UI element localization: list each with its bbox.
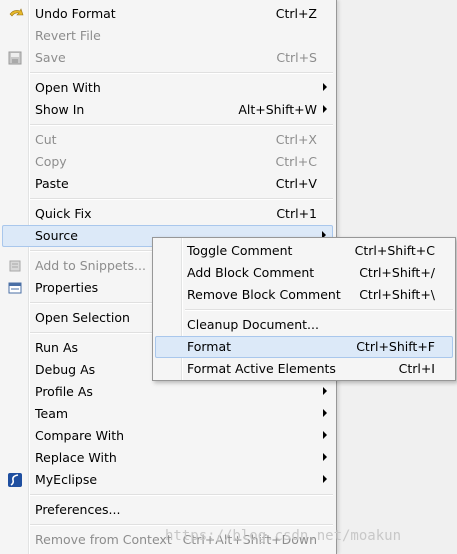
menu-item-label: Copy	[35, 154, 67, 169]
separator	[30, 124, 333, 126]
menu-item-label: Compare With	[35, 428, 125, 443]
menu-item-show-in[interactable]: Show In Alt+Shift+W	[2, 99, 333, 121]
submenu-item-toggle-comment[interactable]: Toggle Comment Ctrl+Shift+C	[155, 240, 453, 262]
menu-item-preferences[interactable]: Preferences...	[2, 499, 333, 521]
menu-item-label: Cleanup Document...	[187, 317, 319, 332]
menu-item-label: Open With	[35, 80, 101, 95]
menu-item-shortcut: Ctrl+Z	[275, 6, 317, 21]
properties-icon	[8, 281, 22, 295]
snippet-icon	[8, 259, 22, 273]
menu-item-label: Quick Fix	[35, 206, 92, 221]
menu-item-copy[interactable]: Copy Ctrl+C	[2, 151, 333, 173]
submenu-arrow-icon	[323, 409, 327, 417]
separator	[185, 309, 453, 311]
menu-item-profile-as[interactable]: Profile As	[2, 381, 333, 403]
submenu-arrow-icon	[323, 453, 327, 461]
menu-item-cut[interactable]: Cut Ctrl+X	[2, 129, 333, 151]
menu-item-shortcut: Ctrl+Shift+C	[354, 243, 435, 258]
submenu-item-add-block-comment[interactable]: Add Block Comment Ctrl+Shift+/	[155, 262, 453, 284]
menu-item-quick-fix[interactable]: Quick Fix Ctrl+1	[2, 203, 333, 225]
menu-item-label: Add to Snippets...	[35, 258, 146, 273]
menu-item-label: Paste	[35, 176, 69, 191]
separator	[30, 524, 333, 526]
source-submenu: Toggle Comment Ctrl+Shift+C Add Block Co…	[152, 237, 456, 381]
menu-item-open-with[interactable]: Open With	[2, 77, 333, 99]
submenu-arrow-icon	[323, 431, 327, 439]
menu-item-label: Show In	[35, 102, 85, 117]
menu-item-label: Run As	[35, 340, 79, 355]
menu-item-undo-format[interactable]: Undo Format Ctrl+Z	[2, 3, 333, 25]
menu-item-shortcut: Alt+Shift+W	[238, 102, 317, 117]
menu-item-label: Save	[35, 50, 66, 65]
submenu-item-format[interactable]: Format Ctrl+Shift+F	[155, 336, 453, 358]
menu-item-label: Remove from Context	[35, 532, 172, 547]
menu-item-label: Toggle Comment	[187, 243, 293, 258]
menu-item-shortcut: Ctrl+C	[275, 154, 317, 169]
menu-item-label: Team	[35, 406, 69, 421]
menu-item-label: Cut	[35, 132, 57, 147]
menu-item-shortcut: Ctrl+V	[275, 176, 317, 191]
menu-item-team[interactable]: Team	[2, 403, 333, 425]
menu-item-myeclipse[interactable]: MyEclipse	[2, 469, 333, 491]
menu-item-label: Debug As	[35, 362, 96, 377]
menu-item-label: Format	[187, 339, 232, 354]
watermark: https://blog.csdn.net/moakun	[165, 528, 402, 544]
undo-icon	[8, 7, 24, 21]
menu-item-label: Revert File	[35, 28, 101, 43]
save-icon	[8, 51, 22, 65]
menu-item-label: Replace With	[35, 450, 117, 465]
submenu-arrow-icon	[323, 83, 327, 91]
menu-item-replace-with[interactable]: Replace With	[2, 447, 333, 469]
menu-item-shortcut: Ctrl+Shift+\	[359, 287, 435, 302]
menu-item-shortcut: Ctrl+S	[276, 50, 317, 65]
submenu-arrow-icon	[323, 105, 327, 113]
menu-item-paste[interactable]: Paste Ctrl+V	[2, 173, 333, 195]
menu-item-shortcut: Ctrl+I	[398, 361, 435, 376]
separator	[30, 72, 333, 74]
menu-item-label: MyEclipse	[35, 472, 98, 487]
menu-item-label: Add Block Comment	[187, 265, 315, 280]
myeclipse-icon	[8, 473, 22, 487]
separator	[30, 494, 333, 496]
submenu-item-format-active-elements[interactable]: Format Active Elements Ctrl+I	[155, 358, 453, 380]
menu-item-label: Properties	[35, 280, 99, 295]
menu-item-save[interactable]: Save Ctrl+S	[2, 47, 333, 69]
submenu-item-cleanup-document[interactable]: Cleanup Document...	[155, 314, 453, 336]
menu-item-shortcut: Ctrl+Shift+/	[359, 265, 435, 280]
separator	[30, 198, 333, 200]
menu-item-label: Format Active Elements	[187, 361, 336, 376]
menu-item-compare-with[interactable]: Compare With	[2, 425, 333, 447]
submenu-arrow-icon	[323, 475, 327, 483]
menu-item-shortcut: Ctrl+1	[276, 206, 317, 221]
menu-item-label: Remove Block Comment	[187, 287, 341, 302]
submenu-arrow-icon	[323, 387, 327, 395]
menu-item-label: Open Selection	[35, 310, 130, 325]
menu-item-label: Profile As	[35, 384, 93, 399]
menu-item-label: Source	[35, 228, 78, 243]
menu-item-label: Undo Format	[35, 6, 116, 21]
menu-item-label: Preferences...	[35, 502, 121, 517]
menu-item-shortcut: Ctrl+X	[275, 132, 317, 147]
menu-item-revert-file[interactable]: Revert File	[2, 25, 333, 47]
submenu-item-remove-block-comment[interactable]: Remove Block Comment Ctrl+Shift+\	[155, 284, 453, 306]
menu-item-shortcut: Ctrl+Shift+F	[356, 339, 435, 354]
